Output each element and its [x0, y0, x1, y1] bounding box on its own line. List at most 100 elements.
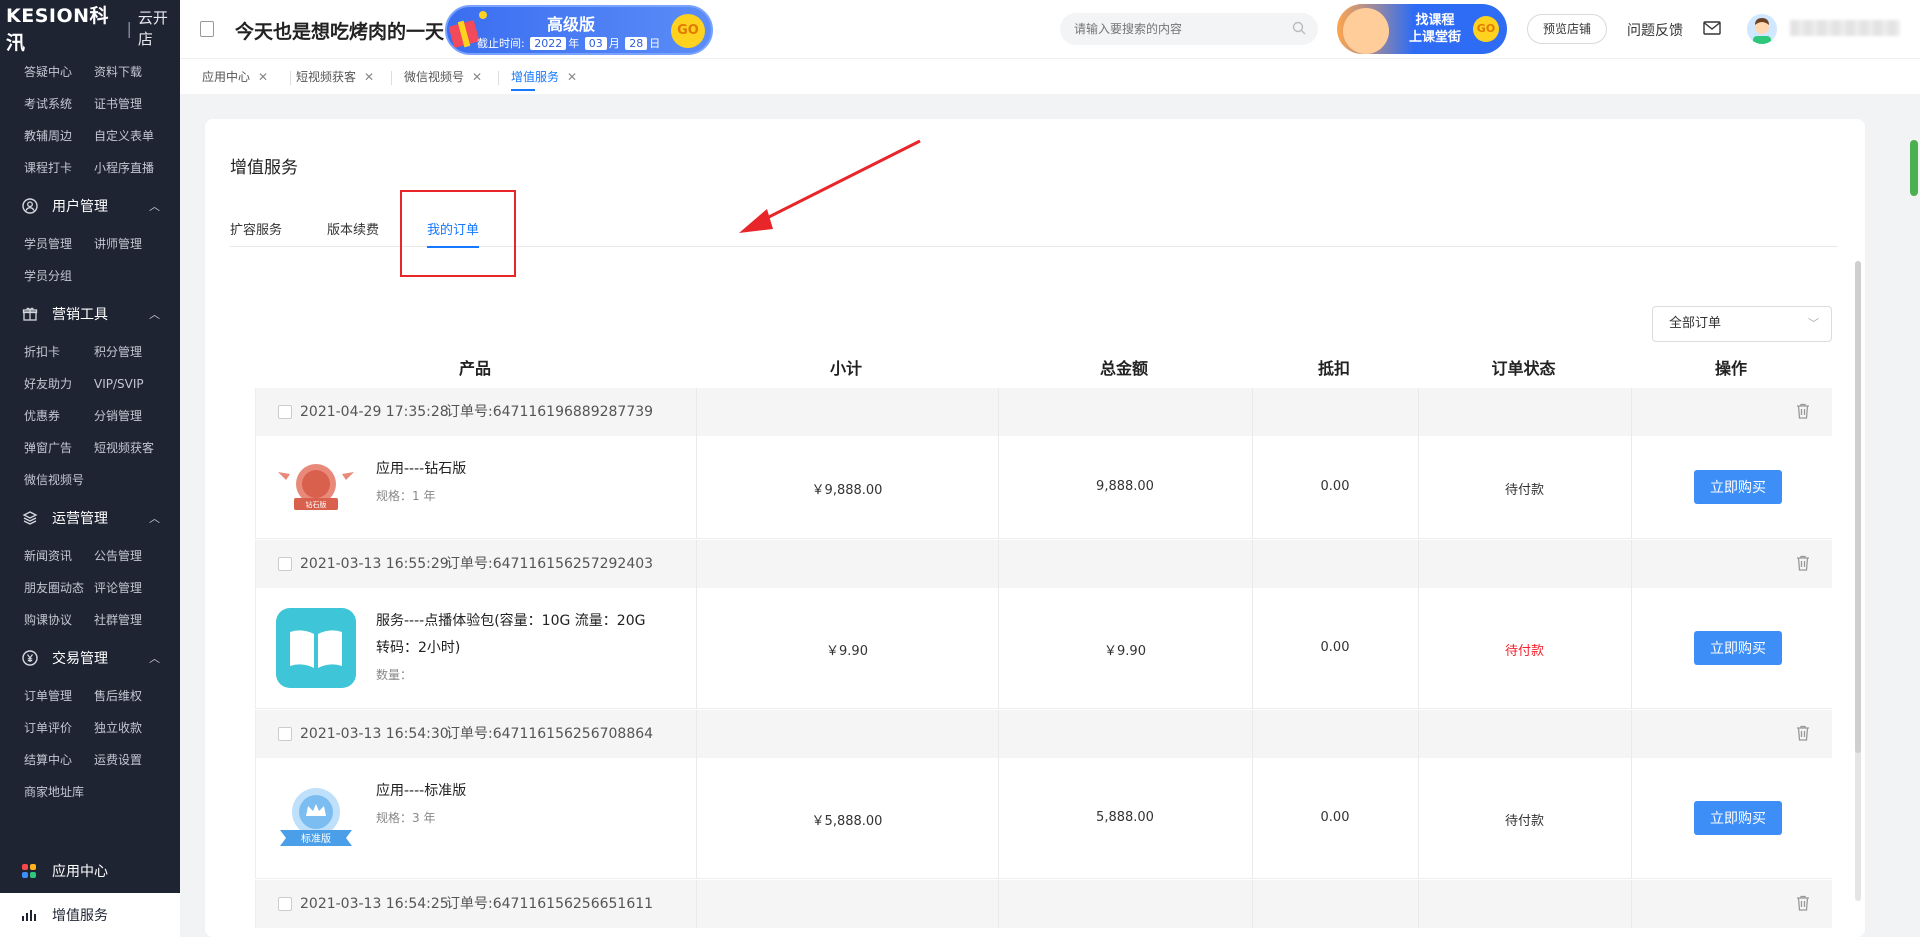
order-checkbox[interactable]	[278, 897, 292, 911]
order-checkbox[interactable]	[278, 727, 292, 741]
tab-expansion[interactable]: 扩容服务	[230, 199, 282, 247]
order-filter-value: 全部订单	[1669, 316, 1722, 331]
order-datetime: 2021-03-13 16:54:30	[300, 726, 449, 742]
sidebar-item[interactable]: 朋友圈动态	[24, 572, 94, 604]
page-scrollbar-thumb[interactable]	[1910, 140, 1918, 196]
tab-renewal[interactable]: 版本续费	[327, 199, 379, 247]
order-body: 服务----点播体验包(容量：10G 流量：20G 转码：2小时) 数量： ￥9…	[256, 588, 1832, 709]
trash-icon[interactable]	[1796, 895, 1810, 911]
column-header: 订单状态	[1491, 359, 1556, 378]
close-icon[interactable]: ✕	[364, 70, 374, 84]
order-table-header: 产品 小计 总金额 抵扣 订单状态 操作	[255, 351, 1832, 387]
buy-now-button[interactable]: 立即购买	[1694, 631, 1782, 665]
product-name[interactable]: 应用----标准版	[376, 778, 646, 805]
sidebar-item-value-added[interactable]: 增值服务	[0, 893, 180, 937]
search-input[interactable]	[1060, 13, 1270, 45]
sidebar-section-operations[interactable]: 运营管理 ︿	[0, 496, 180, 540]
sidebar-item[interactable]: 评论管理	[94, 572, 174, 604]
feedback-link[interactable]: 问题反馈	[1627, 20, 1683, 40]
promo-go-button[interactable]: GO	[1473, 16, 1499, 42]
sidebar-item[interactable]: 社群管理	[94, 604, 174, 636]
sidebar-item[interactable]: 课程打卡	[24, 152, 94, 184]
sidebar-item[interactable]: 自定义表单	[94, 120, 174, 152]
user-avatar[interactable]	[1747, 14, 1777, 44]
buy-now-button[interactable]: 立即购买	[1694, 801, 1782, 835]
buy-now-button[interactable]: 立即购买	[1694, 470, 1782, 504]
store-icon[interactable]	[200, 21, 214, 37]
promo-line1: 找课程	[1415, 13, 1455, 28]
sidebar-item[interactable]: 教辅周边	[24, 120, 94, 152]
page-tab-value-added[interactable]: 增值服务 ✕	[511, 59, 577, 95]
mail-icon[interactable]	[1703, 21, 1721, 35]
sidebar-item[interactable]: 证书管理	[94, 88, 174, 120]
user-icon	[22, 198, 38, 214]
column-header: 产品	[458, 359, 491, 378]
sidebar-section-marketing[interactable]: 营销工具 ︿	[0, 292, 180, 336]
sidebar-item-app-center[interactable]: 应用中心	[0, 849, 180, 893]
sidebar-item[interactable]: 购课协议	[24, 604, 94, 636]
sidebar-item[interactable]: 结算中心	[24, 744, 94, 776]
sidebar-item[interactable]: 微信视频号	[24, 464, 94, 496]
order-datetime: 2021-03-13 16:55:29	[300, 556, 449, 572]
sidebar-item[interactable]: VIP/SVIP	[94, 368, 174, 400]
order-row: 2021-03-13 16:54:25 订单号:6471161562566516…	[255, 880, 1832, 928]
sidebar-item[interactable]: 学员分组	[24, 260, 94, 292]
order-header: 2021-03-13 16:54:25 订单号:6471161562566516…	[256, 880, 1832, 928]
sidebar-section-user[interactable]: 用户管理 ︿	[0, 184, 180, 228]
sidebar-item[interactable]: 小程序直播	[94, 152, 174, 184]
preview-store-button[interactable]: 预览店铺	[1527, 14, 1607, 44]
order-filter-select[interactable]: 全部订单 ﹀	[1652, 306, 1832, 342]
order-total: 9,888.00	[1096, 479, 1154, 494]
page-tab-short-video[interactable]: 短视频获客 ✕	[296, 59, 374, 95]
sidebar-item[interactable]: 资料下载	[94, 56, 174, 88]
sidebar-item[interactable]: 售后维权	[94, 680, 174, 712]
sidebar-item[interactable]: 答疑中心	[24, 56, 94, 88]
page-tab-app-center[interactable]: 应用中心 ✕	[202, 59, 268, 95]
order-number: 订单号:647116156257292403	[446, 556, 654, 572]
order-datetime: 2021-03-13 16:54:25	[300, 896, 449, 912]
sidebar-item[interactable]: 运费设置	[94, 744, 174, 776]
order-header: 2021-03-13 16:55:29 订单号:6471161562572924…	[256, 540, 1832, 588]
close-icon[interactable]: ✕	[567, 70, 577, 84]
layers-icon	[22, 510, 38, 526]
yen-icon	[22, 650, 38, 666]
vip-go-button[interactable]: GO	[671, 14, 705, 48]
sidebar-item[interactable]: 短视频获客	[94, 432, 174, 464]
sidebar-item[interactable]: 独立收款	[94, 712, 174, 744]
search-icon[interactable]	[1292, 21, 1306, 35]
close-icon[interactable]: ✕	[472, 70, 482, 84]
product-name[interactable]: 应用----钻石版	[376, 456, 646, 483]
vip-banner[interactable]: 高级版 截止时间: 2022 年 03 月 28 日 GO	[445, 5, 713, 55]
order-total: 5,888.00	[1096, 810, 1154, 825]
page-tab-wechat-channel[interactable]: 微信视频号 ✕	[404, 59, 482, 95]
table-scrollbar-thumb[interactable]	[1855, 261, 1861, 753]
order-total: ￥9.90	[1104, 644, 1146, 659]
sidebar-item[interactable]: 讲师管理	[94, 228, 174, 260]
sidebar-item[interactable]: 积分管理	[94, 336, 174, 368]
sidebar-item[interactable]: 好友助力	[24, 368, 94, 400]
brand-sub: 云开店	[137, 9, 168, 48]
sidebar-item[interactable]: 学员管理	[24, 228, 94, 260]
sidebar-item[interactable]: 新闻资讯	[24, 540, 94, 572]
chevron-up-icon: ︿	[149, 652, 160, 665]
sidebar-item[interactable]: 弹窗广告	[24, 432, 94, 464]
user-name-redacted	[1790, 20, 1900, 36]
logo[interactable]: KESION科汛 | 云开店	[0, 0, 180, 56]
sidebar-item[interactable]: 考试系统	[24, 88, 94, 120]
sidebar-item[interactable]: 优惠券	[24, 400, 94, 432]
trash-icon[interactable]	[1796, 403, 1810, 419]
sidebar-item[interactable]: 公告管理	[94, 540, 174, 572]
course-promo-banner[interactable]: 找课程 上课堂街 GO	[1337, 4, 1507, 54]
sidebar-item[interactable]: 折扣卡	[24, 336, 94, 368]
sidebar-item[interactable]: 分销管理	[94, 400, 174, 432]
trash-icon[interactable]	[1796, 555, 1810, 571]
trash-icon[interactable]	[1796, 725, 1810, 741]
sidebar-item[interactable]: 订单管理	[24, 680, 94, 712]
close-icon[interactable]: ✕	[258, 70, 268, 84]
order-checkbox[interactable]	[278, 557, 292, 571]
order-checkbox[interactable]	[278, 405, 292, 419]
sidebar-section-trade[interactable]: 交易管理 ︿	[0, 636, 180, 680]
sidebar-item[interactable]: 订单评价	[24, 712, 94, 744]
sidebar-item[interactable]: 商家地址库	[24, 776, 94, 808]
product-name[interactable]: 服务----点播体验包(容量：10G 流量：20G 转码：2小时)	[376, 608, 646, 662]
